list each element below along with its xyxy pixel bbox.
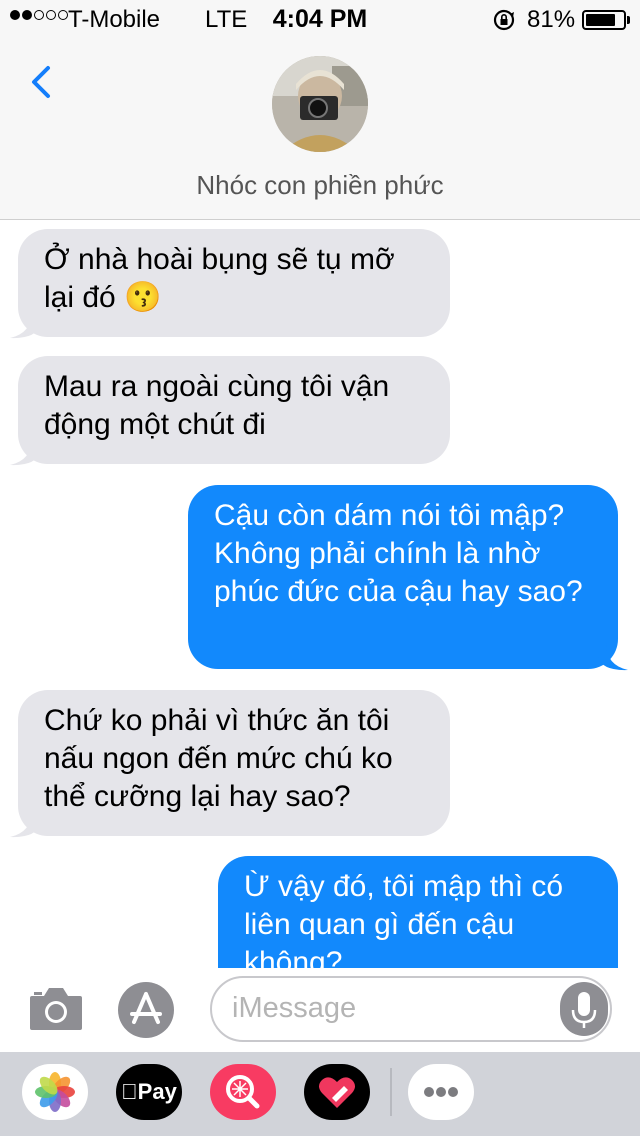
back-button[interactable]	[24, 62, 64, 102]
received-message[interactable]: Ở nhà hoài bụng sẽ tụ mỡ lại đó 😗	[18, 229, 450, 337]
bubble-tail	[10, 810, 40, 838]
chevron-left-icon	[32, 66, 50, 98]
battery-icon	[582, 10, 626, 30]
contact-avatar[interactable]	[272, 56, 368, 152]
app-store-button[interactable]	[118, 982, 174, 1038]
drawer-divider	[390, 1068, 392, 1116]
apple-pay-button[interactable]: Pay	[116, 1064, 182, 1120]
apple-logo-icon: 	[121, 1079, 138, 1104]
heart-digital-touch-icon	[319, 1077, 355, 1108]
app-store-icon	[130, 992, 162, 1024]
rotation-lock-icon	[492, 8, 516, 37]
photos-app-button[interactable]	[22, 1064, 88, 1120]
battery-percent: 81%	[527, 6, 576, 33]
apple-pay-label: Pay	[129, 1079, 177, 1104]
contact-name[interactable]: Nhóc con phiền phức	[0, 170, 640, 201]
more-apps-icon	[424, 1087, 458, 1097]
sent-message[interactable]: Ừ vậy đó, tôi mập thì có liên quan gì đế…	[218, 856, 618, 968]
bubble-tail	[598, 643, 628, 671]
battery-tip	[627, 16, 630, 24]
microphone-button[interactable]	[560, 982, 608, 1036]
image-search-icon	[226, 1075, 260, 1109]
camera-icon	[30, 988, 82, 1030]
camera-button[interactable]	[28, 984, 84, 1037]
bubble-tail	[10, 438, 40, 466]
message-input-placeholder: iMessage	[232, 992, 357, 1024]
digital-touch-app-button[interactable]	[304, 1064, 370, 1120]
sent-message[interactable]: Cậu còn dám nói tôi mập? Không phải chín…	[188, 485, 618, 669]
bubble-tail	[10, 311, 40, 339]
received-message[interactable]: Chứ ko phải vì thức ăn tôi nấu ngon đến …	[18, 690, 450, 836]
message-clip: Ừ vậy đó, tôi mập thì có liên quan gì đế…	[0, 850, 640, 968]
photos-icon	[35, 1072, 75, 1112]
received-message[interactable]: Mau ra ngoài cùng tôi vận động một chút …	[18, 356, 450, 464]
image-search-app-button[interactable]	[210, 1064, 276, 1120]
more-apps-button[interactable]	[408, 1064, 474, 1120]
microphone-icon	[571, 992, 597, 1028]
